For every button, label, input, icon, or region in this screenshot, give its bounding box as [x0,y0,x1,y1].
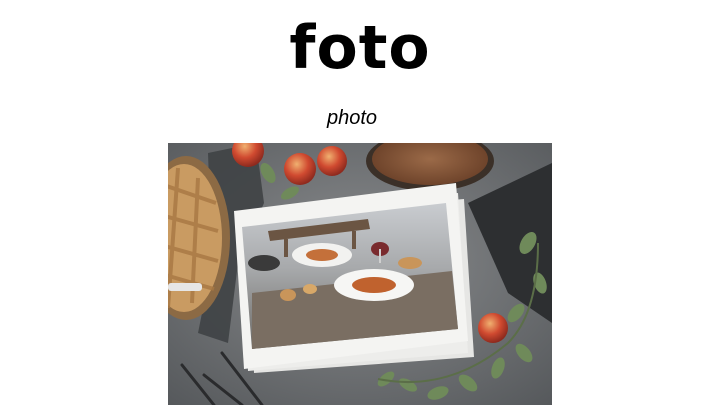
print-stack [234,183,474,373]
apple [478,313,508,343]
apple [317,146,347,176]
slide-title: foto [289,13,431,83]
photo-svg [168,143,552,405]
photo-image [168,143,552,405]
slide: foto photo [0,0,720,405]
slide-subtitle: photo [326,107,378,129]
apple [284,153,316,185]
